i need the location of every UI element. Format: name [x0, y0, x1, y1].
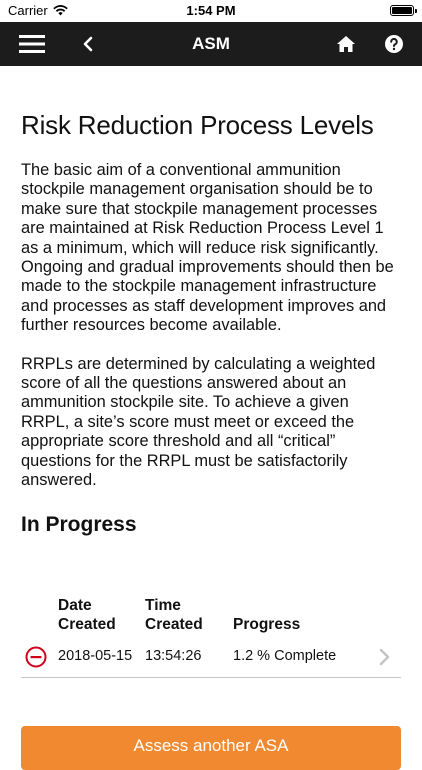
home-icon — [337, 36, 355, 52]
chevron-left-icon — [83, 36, 93, 52]
column-header-date-line1: Date — [58, 597, 92, 614]
page-title: Risk Reduction Process Levels — [21, 110, 374, 140]
row-time: 13:54:26 — [145, 648, 202, 664]
column-header-time-line2: Created — [145, 616, 203, 633]
battery-icon — [390, 5, 417, 16]
section-title-in-progress: In Progress — [21, 512, 137, 536]
status-bar: Carrier 1:54 PM — [0, 0, 422, 22]
delete-icon[interactable] — [25, 646, 47, 668]
status-time: 1:54 PM — [186, 3, 236, 18]
column-header-time-line1: Time — [145, 597, 181, 614]
row-date: 2018-05-15 — [58, 648, 133, 664]
chevron-right-icon — [379, 648, 390, 666]
row-progress: 1.2 % Complete — [233, 648, 337, 664]
help-button[interactable] — [380, 22, 408, 66]
main-content: Risk Reduction Process Levels The basic … — [21, 66, 401, 537]
battery-fill — [392, 7, 412, 14]
column-header-progress: Progress — [233, 616, 301, 633]
column-header-time: Time Created — [145, 596, 203, 634]
home-button[interactable] — [332, 22, 360, 66]
table-row[interactable]: 2018-05-15 13:54:26 1.2 % Complete — [21, 638, 401, 678]
table-header: Date Created Time Created Progress — [0, 596, 422, 636]
rrpl-paragraph: RRPLs are determined by calculating a we… — [21, 354, 376, 490]
help-icon — [385, 35, 403, 53]
intro-paragraph: The basic aim of a conventional ammuniti… — [21, 161, 394, 335]
menu-button[interactable] — [12, 22, 52, 66]
column-header-date-line2: Created — [58, 616, 116, 633]
assess-another-asa-button[interactable]: Assess another ASA — [21, 726, 401, 770]
column-header-date: Date Created — [58, 596, 116, 634]
back-button[interactable] — [74, 22, 102, 66]
menu-icon — [19, 35, 45, 53]
nav-bar: ASM — [0, 22, 422, 66]
